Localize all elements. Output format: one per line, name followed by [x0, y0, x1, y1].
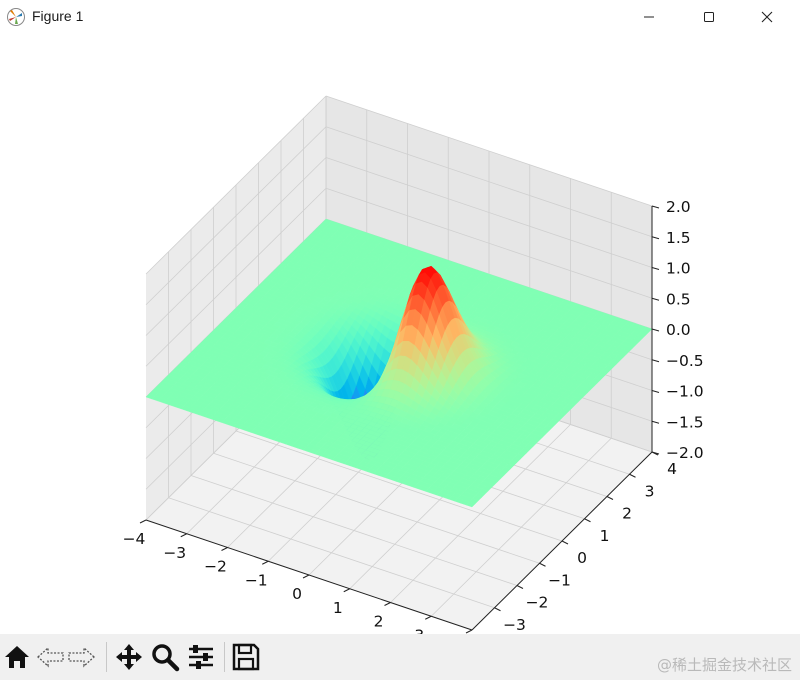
z-tick-label: −1.5 — [666, 413, 704, 431]
x-tick — [221, 547, 228, 551]
minimize-button[interactable] — [626, 0, 672, 34]
z-tick-label: 0.5 — [666, 290, 691, 308]
x-tick-label: 0 — [292, 585, 302, 603]
window-title: Figure 1 — [32, 8, 84, 24]
x-tick — [465, 629, 473, 634]
z-tick — [651, 328, 660, 332]
title-bar: Figure 1 — [0, 0, 800, 34]
matplotlib-icon — [7, 8, 25, 26]
x-tick — [180, 533, 187, 538]
x-tick-label: 2 — [374, 613, 384, 631]
sliders-icon — [189, 645, 213, 669]
back-arrow-icon — [37, 646, 64, 668]
z-tick-label: 0.0 — [666, 321, 691, 339]
move-icon — [116, 644, 142, 670]
forward-arrow-icon — [68, 646, 95, 668]
z-tick — [651, 236, 660, 240]
save-icon — [232, 643, 260, 671]
x-tick — [425, 615, 432, 620]
z-tick — [651, 359, 660, 363]
y-tick-label: 1 — [600, 527, 610, 545]
configure-subplots-button[interactable] — [186, 642, 216, 672]
z-tick-label: −0.5 — [666, 352, 704, 370]
y-tick — [629, 473, 636, 478]
z-tick — [651, 420, 660, 424]
pan-button[interactable] — [114, 642, 144, 672]
z-tick-label: −2.0 — [666, 444, 704, 462]
x-tick — [302, 574, 310, 579]
x-tick-label: −1 — [245, 571, 268, 589]
y-tick — [516, 585, 524, 589]
surface-plot-3d: −4−3−2−101234−3−2−101234−2.0−1.5−1.0−0.5… — [123, 95, 704, 658]
y-tick-label: 2 — [622, 505, 632, 523]
y-tick — [561, 540, 569, 545]
z-tick-label: −1.0 — [666, 383, 704, 401]
x-tick-label: −2 — [204, 558, 227, 576]
home-button[interactable] — [2, 642, 32, 672]
back-button[interactable] — [36, 642, 66, 672]
y-tick-label: 3 — [645, 482, 655, 500]
toolbar-separator — [224, 642, 225, 672]
magnifier-icon — [152, 644, 180, 672]
maximize-icon — [704, 12, 714, 22]
y-tick — [539, 562, 546, 567]
z-tick — [651, 297, 660, 301]
y-tick-label: 4 — [667, 460, 677, 478]
maximize-button[interactable] — [686, 0, 732, 34]
y-tick-label: −3 — [503, 616, 526, 634]
close-icon — [761, 11, 773, 23]
y-tick-label: −2 — [526, 594, 549, 612]
x-tick — [343, 588, 350, 593]
z-tick-label: 1.0 — [666, 260, 691, 278]
zoom-button[interactable] — [150, 642, 180, 672]
toolbar-separator — [106, 642, 107, 672]
z-tick-label: 1.5 — [666, 229, 691, 247]
x-tick-label: 3 — [414, 626, 424, 634]
z-tick — [651, 267, 660, 270]
home-icon — [5, 646, 29, 668]
save-button[interactable] — [231, 642, 261, 672]
close-button[interactable] — [744, 0, 790, 34]
y-tick — [584, 518, 591, 523]
y-tick-label: −1 — [548, 571, 571, 589]
minimize-icon — [644, 16, 654, 18]
watermark: @稀土掘金技术社区 — [656, 656, 792, 674]
x-tick-label: −4 — [123, 530, 146, 548]
x-tick — [384, 602, 391, 606]
y-tick-label: 0 — [577, 549, 587, 567]
x-tick — [139, 519, 147, 524]
figure-canvas[interactable]: −4−3−2−101234−3−2−101234−2.0−1.5−1.0−0.5… — [0, 34, 800, 658]
z-tick-label: 2.0 — [666, 198, 691, 216]
x-tick-label: −3 — [163, 544, 186, 562]
x-tick-label: 1 — [333, 599, 343, 617]
z-tick — [651, 390, 660, 393]
z-tick — [651, 205, 660, 209]
forward-button[interactable] — [66, 642, 96, 672]
y-tick — [606, 496, 614, 500]
y-tick — [494, 607, 501, 612]
x-tick — [262, 560, 269, 565]
